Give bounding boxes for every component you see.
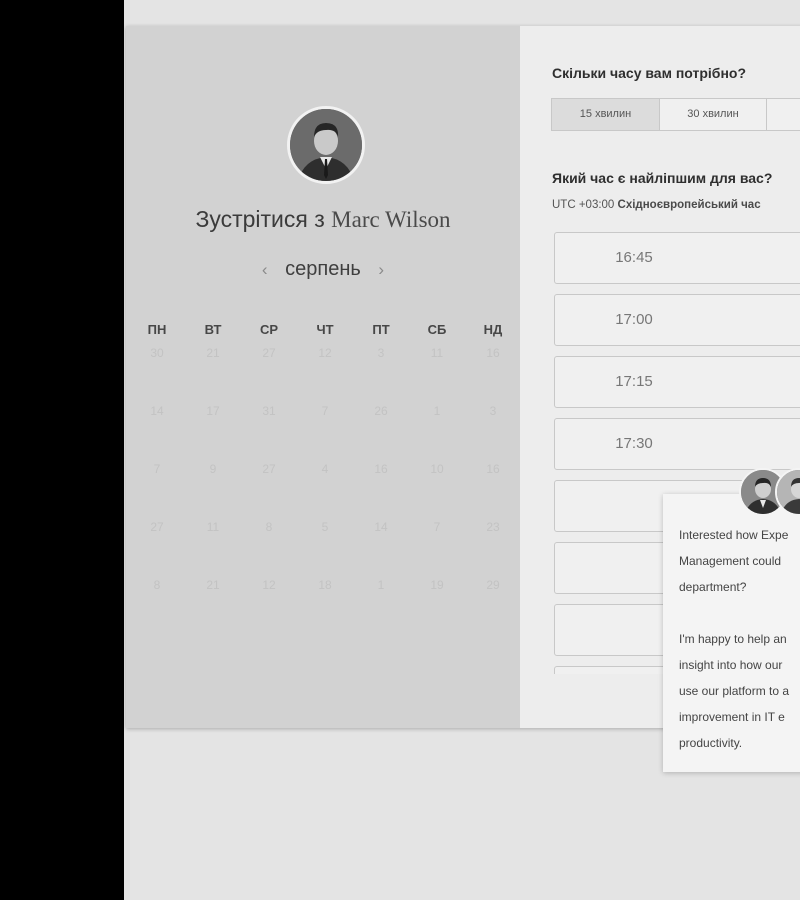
calendar-day: 30 [150,346,164,360]
prev-month-icon[interactable]: ‹ [250,260,280,280]
calendar-day: 26 [374,404,388,418]
chat-message: Interested how Expe Management could dep… [679,522,800,756]
calendar-day: 11 [206,520,220,534]
speech-bubble-logo-icon [344,0,404,10]
weekday-label: НД [483,322,503,337]
calendar-day: 16 [486,346,500,360]
weekday-label: СР [259,322,279,337]
calendar-day: 3 [377,346,385,360]
calendar-week-row: 8 21 12 18 1 19 29 [126,578,520,594]
chat-message-line: productivity. [679,736,743,750]
month-navigation: ‹ серпень › [126,258,520,281]
chat-message-line: insight into how our [679,658,783,672]
calendar-day: 8 [265,520,273,534]
calendar-day: 7 [321,404,329,418]
duration-selector: 15 хвилин 30 хвилин [551,98,800,131]
time-slot-button[interactable]: 17:00 [554,294,800,346]
chat-message-line: improvement in IT e [679,710,785,724]
calendar-day: 1 [433,404,441,418]
calendar-day: 18 [318,578,332,592]
calendar-day: 29 [486,578,500,592]
calendar-week-row: 30 21 27 12 3 11 16 [126,346,520,362]
chat-popup[interactable]: Interested how Expe Management could dep… [663,468,800,772]
calendar-day: 4 [321,462,329,476]
calendar-day: 27 [262,462,276,476]
calendar-day: 16 [486,462,500,476]
chat-message-line: Management could [679,554,782,568]
calendar-day: 21 [206,578,220,592]
next-month-icon[interactable]: › [366,260,396,280]
calendar-day: 16 [374,462,388,476]
calendar-day: 12 [318,346,332,360]
calendar-day: 21 [206,346,220,360]
calendar-day: 14 [374,520,388,534]
calendar-week-row: 7 9 27 4 16 10 16 [126,462,520,478]
chat-message-line: I'm happy to help an [679,632,787,646]
weekday-label: ВТ [204,322,222,337]
chat-message-line: use our platform to a [679,684,790,698]
time-slot-button[interactable]: 17:30 [554,418,800,470]
calendar-day: 31 [262,404,276,418]
timezone-name: Східноєвропейський час [617,199,761,211]
calendar-day: 19 [430,578,444,592]
calendar-day: 17 [206,404,220,418]
chat-message-line: Interested how Expe [679,528,789,542]
weekday-label: ПН [147,322,167,337]
timezone-label: UTC +03:00 Східноєвропейський час [552,199,761,211]
duration-option-30[interactable]: 30 хвилин [660,99,767,130]
duration-option-15[interactable]: 15 хвилин [552,99,660,130]
timezone-offset: UTC +03:00 [552,199,615,211]
calendar-day: 27 [150,520,164,534]
user-avatar-icon [290,109,362,181]
host-name: Marc Wilson [331,207,451,232]
chat-message-line: department? [679,580,747,594]
month-label: серпень [285,258,361,280]
calendar-day: 7 [433,520,441,534]
calendar-day: 5 [321,520,329,534]
calendar-day: 9 [209,462,217,476]
time-slot-button[interactable]: 16:45 [554,232,800,284]
calendar-day: 14 [150,404,164,418]
calendar-day: 7 [153,462,161,476]
time-slot-button[interactable]: 17:15 [554,356,800,408]
meeting-title-prefix: Зустрітися з [195,206,325,232]
calendar-day: 11 [430,346,444,360]
calendar-week-row: 14 17 31 7 26 1 3 [126,404,520,420]
calendar-day: 3 [489,404,497,418]
calendar-day: 1 [377,578,385,592]
calendar-day: 8 [153,578,161,592]
weekday-label: ПТ [372,322,390,337]
weekday-label: СБ [427,322,447,337]
duration-option-more[interactable] [767,99,800,130]
host-calendar-panel: Зустрітися з Marc Wilson ‹ серпень › ПН … [126,26,520,728]
calendar-day: 10 [430,462,444,476]
host-avatar [287,106,365,184]
user-avatar-icon [777,470,800,514]
chat-agent-avatars [739,468,800,518]
calendar-weekday-header: ПН ВТ СР ЧТ ПТ СБ НД [126,322,520,338]
meeting-title: Зустрітися з Marc Wilson [126,206,520,233]
weekday-label: ЧТ [316,322,334,337]
time-question: Який час є найліпшим для вас? [552,170,773,186]
calendar-day: 23 [486,520,500,534]
calendar-week-row: 27 11 8 5 14 7 23 [126,520,520,536]
duration-question: Скільки часу вам потрібно? [552,65,747,81]
calendar-day: 12 [262,578,276,592]
calendar-day: 27 [262,346,276,360]
